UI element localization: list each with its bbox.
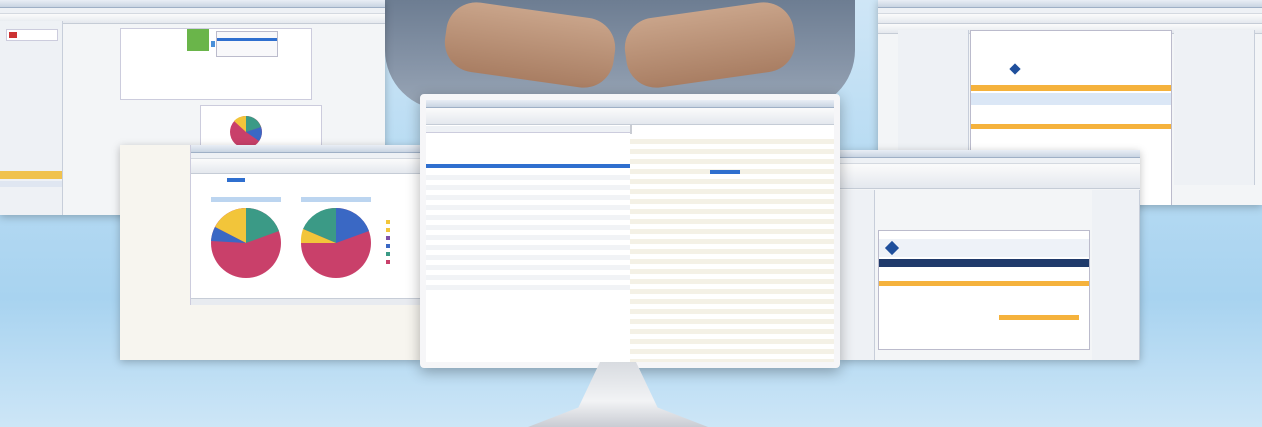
active-tab [227, 178, 245, 182]
left-window [426, 100, 632, 362]
chart-window [190, 145, 420, 305]
report-band-group [971, 124, 1171, 129]
monitor-screen [426, 100, 834, 362]
window-titlebar [630, 100, 834, 108]
report-header [879, 239, 1089, 257]
window-titlebar [878, 0, 1262, 8]
report-logo-icon [1009, 63, 1021, 75]
report-logo-icon [884, 240, 900, 256]
report-title-band [879, 259, 1089, 267]
window-sidebar [0, 21, 63, 215]
logo-box [6, 29, 58, 41]
chart-legend [386, 220, 390, 264]
report-band-header [971, 85, 1171, 91]
monitor-stand [528, 362, 708, 427]
properties-panel [1174, 30, 1255, 185]
monitor [420, 94, 840, 368]
data-grid [630, 134, 834, 362]
report-band-orange-2 [999, 315, 1079, 320]
list-box [216, 31, 278, 57]
window-titlebar [191, 145, 420, 153]
selected-row [426, 164, 630, 168]
window-titlebar [840, 150, 1140, 158]
arrow-right-icon [211, 41, 215, 47]
screenshot-panel-mid-right [840, 150, 1140, 360]
tool-panel [840, 190, 875, 360]
window-titlebar [0, 0, 385, 8]
window-toolbar [426, 108, 630, 125]
window-toolbar [840, 164, 1140, 189]
filter-bar [426, 126, 630, 133]
object-tree [1092, 190, 1140, 360]
report-page [878, 230, 1090, 350]
selected-cell [710, 170, 740, 174]
right-window [630, 100, 834, 362]
window-toolbar [878, 14, 1262, 24]
window-titlebar [426, 100, 630, 108]
window-toolbar [630, 108, 834, 125]
report-band-detail [971, 93, 1171, 105]
report-band-orange [879, 281, 1089, 286]
pie-charts [211, 197, 390, 278]
person-arm-right [620, 0, 800, 92]
sidebar-section [0, 181, 62, 187]
data-grid [426, 170, 630, 290]
green-tile [187, 29, 209, 51]
dashboard-tiles [120, 28, 312, 100]
window-toolbar [191, 159, 420, 174]
person-arm-left [440, 0, 620, 92]
screenshot-panel-mid-left [120, 145, 420, 360]
list-selection [217, 38, 277, 41]
sidebar-highlight [0, 171, 62, 179]
composite-scene [0, 0, 1262, 427]
status-bar [191, 298, 420, 305]
logo-mark [9, 32, 17, 38]
